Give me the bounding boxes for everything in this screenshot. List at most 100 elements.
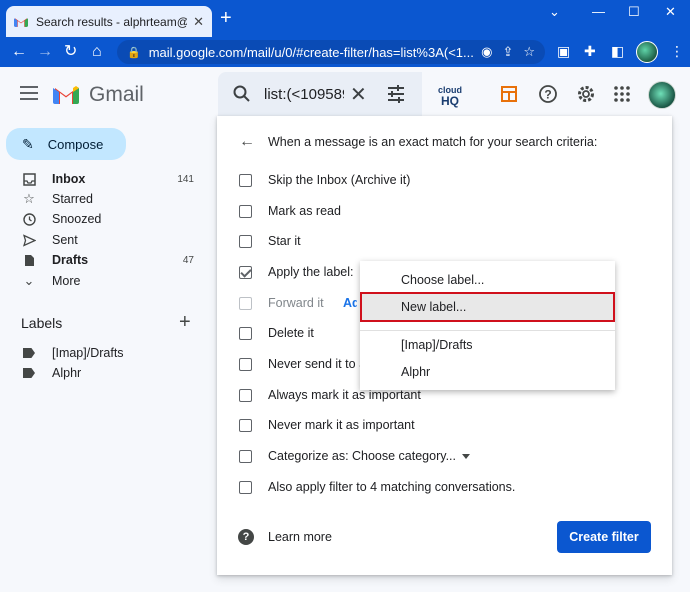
nav-item-more[interactable]: ⌄ More	[22, 271, 198, 291]
option-label: Never mark it as important	[268, 418, 415, 432]
puzzle-icon[interactable]: ✚	[584, 43, 596, 60]
create-label-icon[interactable]: +	[179, 311, 191, 334]
nav-label: Snoozed	[52, 212, 102, 226]
close-window-button[interactable]: ✕	[665, 4, 676, 20]
option-delete[interactable]: Delete it	[239, 325, 314, 341]
side-panel-icon[interactable]: ◧	[611, 43, 624, 60]
nav-item-snoozed[interactable]: Snoozed	[22, 209, 198, 229]
tab-close-icon[interactable]: ✕	[193, 14, 204, 30]
add-forwarding-address-text: Add forwarding address	[343, 296, 357, 310]
nav-label: More	[52, 274, 81, 288]
help-icon[interactable]: ?	[538, 84, 558, 104]
highlighted-menu-item[interactable]	[360, 292, 615, 322]
search-bar[interactable]: list:(<109589 ✕	[218, 72, 422, 116]
main-menu-icon[interactable]	[20, 86, 38, 100]
extension-icon[interactable]: ▣	[557, 43, 570, 60]
checkbox[interactable]	[239, 204, 252, 218]
compose-button[interactable]: ✎ Compose	[6, 128, 126, 160]
checkbox[interactable]	[239, 357, 252, 371]
profile-avatar[interactable]	[636, 41, 658, 63]
menu-item-imap-drafts[interactable]: [Imap]/Drafts	[401, 338, 473, 352]
label-item-imap-drafts[interactable]: [Imap]/Drafts	[22, 343, 198, 363]
checkbox[interactable]	[239, 234, 252, 248]
checkbox-checked[interactable]	[239, 265, 252, 279]
menu-item-alphr[interactable]: Alphr	[401, 365, 430, 379]
nav-item-inbox[interactable]: Inbox 141	[22, 169, 198, 189]
menu-item-choose-label[interactable]: Choose label...	[401, 273, 484, 287]
nav-count: 141	[177, 173, 194, 185]
create-filter-button[interactable]: Create filter	[557, 521, 651, 553]
option-label: Always mark it as important	[268, 388, 421, 402]
svg-text:?: ?	[544, 88, 551, 102]
option-apply-label[interactable]: Apply the label:	[239, 264, 353, 280]
nav-item-drafts[interactable]: Drafts 47	[22, 250, 198, 270]
search-icon[interactable]	[232, 84, 252, 104]
option-skip-inbox[interactable]: Skip the Inbox (Archive it)	[239, 172, 410, 188]
eye-icon[interactable]: ◉	[481, 44, 492, 60]
label-dropdown-menu	[360, 261, 615, 390]
reload-icon[interactable]: ↻	[64, 42, 77, 62]
checkbox[interactable]	[239, 449, 252, 463]
category-dropdown[interactable]: Choose category...	[352, 449, 470, 463]
maximize-button[interactable]: ☐	[628, 4, 640, 20]
checkbox[interactable]	[239, 480, 252, 494]
nav-count: 47	[182, 254, 194, 266]
menu-dots-icon[interactable]: ⋮	[670, 43, 684, 60]
option-categorize[interactable]: Categorize as:	[239, 448, 349, 464]
nav-label: Starred	[52, 192, 93, 206]
add-forwarding-address-link[interactable]: Add forwarding address	[343, 296, 357, 310]
learn-more-link[interactable]: Learn more	[268, 530, 332, 544]
minimize-button[interactable]: —	[592, 4, 605, 19]
menu-item-new-label[interactable]: New label...	[401, 300, 466, 314]
label-tag-icon	[22, 346, 36, 360]
nav-label: Inbox	[52, 172, 86, 186]
clock-icon	[22, 212, 36, 226]
label-item-alphr[interactable]: Alphr	[22, 363, 198, 383]
checkbox[interactable]	[239, 173, 252, 187]
inbox-icon	[22, 172, 36, 186]
nav-item-sent[interactable]: Sent	[22, 230, 198, 250]
back-icon[interactable]: ←	[11, 42, 27, 62]
checkbox[interactable]	[239, 326, 252, 340]
option-apply-existing[interactable]: Also apply filter to 4 matching conversa…	[239, 479, 515, 495]
category-dropdown-value: Choose category...	[352, 449, 456, 463]
checkbox[interactable]	[239, 388, 252, 402]
option-forward[interactable]: Forward it	[239, 295, 324, 311]
option-label: Skip the Inbox (Archive it)	[268, 173, 411, 187]
url-text: mail.google.com/mail/u/0/#create-filter/…	[148, 44, 474, 60]
browser-tab[interactable]: Search results - alphrteam@gmail.com ✕	[6, 6, 212, 37]
address-bar[interactable]: 🔒 mail.google.com/mail/u/0/#create-filte…	[117, 40, 545, 64]
nav-item-starred[interactable]: ☆ Starred	[22, 189, 198, 209]
layout-icon[interactable]	[499, 84, 519, 104]
option-label: Apply the label:	[268, 265, 354, 279]
label-name: Alphr	[52, 366, 82, 380]
search-options-icon[interactable]	[386, 84, 406, 104]
clear-search-icon[interactable]: ✕	[350, 82, 367, 107]
home-icon[interactable]: ⌂	[92, 42, 102, 62]
gmail-logo-icon	[53, 86, 79, 104]
option-mark-read[interactable]: Mark as read	[239, 203, 341, 219]
option-never-important[interactable]: Never mark it as important	[239, 417, 415, 433]
checkbox[interactable]	[239, 418, 252, 432]
help-circle-icon[interactable]: ?	[238, 529, 254, 545]
back-arrow-icon[interactable]: ←	[239, 133, 255, 151]
checkbox-disabled[interactable]	[239, 296, 252, 310]
new-tab-button[interactable]: +	[220, 8, 232, 28]
tab-title: Search results - alphrteam@gmail.com	[36, 14, 187, 29]
account-avatar[interactable]	[648, 81, 676, 109]
bookmark-star-icon[interactable]: ☆	[523, 44, 535, 60]
pencil-icon: ✎	[22, 135, 34, 152]
chevron-down-icon: ⌄	[23, 273, 35, 288]
option-label: Mark as read	[268, 204, 341, 218]
settings-gear-icon[interactable]	[576, 84, 596, 104]
send-icon	[22, 233, 36, 247]
forward-icon[interactable]: →	[37, 42, 53, 62]
option-star[interactable]: Star it	[239, 233, 301, 249]
apps-grid-icon[interactable]	[612, 84, 632, 104]
share-icon[interactable]: ⇪	[502, 44, 513, 60]
cloudhq-line2: HQ	[441, 94, 459, 108]
search-input[interactable]: list:(<109589	[264, 86, 344, 103]
gmail-wordmark: Gmail	[89, 83, 144, 106]
cloudhq-icon[interactable]: cloud HQ	[438, 86, 462, 108]
tab-search-icon[interactable]: ⌄	[549, 4, 560, 20]
